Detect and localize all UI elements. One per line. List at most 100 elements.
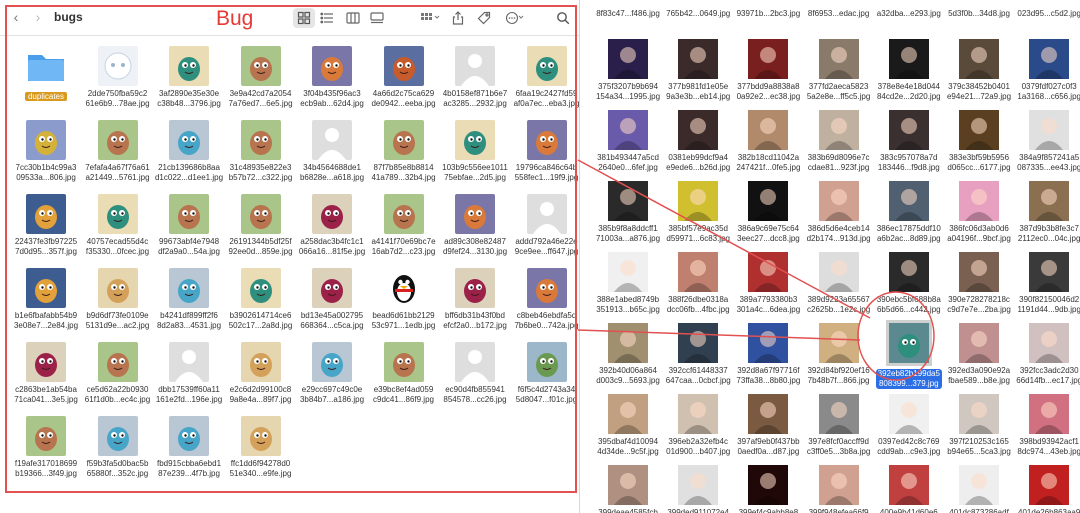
file-item[interactable]: e2c6d2d99100c8 9a8e4a...89f7.jpg (225, 342, 297, 416)
file-item[interactable]: 386fc06d3ab0d6 a04196f...9bcf.jpg (940, 181, 1018, 251)
file-item[interactable]: 390f82150046d2 1191d44...9db.jpg (1010, 252, 1080, 322)
file-item[interactable]: 26191344b5df25f 92ee0d...859e.jpg (225, 194, 297, 268)
file-item[interactable]: 386a9c69e75c64 3eec27...dcc8.jpg (729, 181, 807, 251)
file-item[interactable]: 4a66d2c75ca629 de0942...eeba.jpg (368, 46, 440, 120)
file-item[interactable]: ec90d4fb855941 854578...cc26.jpg (439, 342, 511, 416)
file-item[interactable]: b1e6fbafabb54b9 3e08e7...2e84.jpg (10, 268, 82, 342)
file-item[interactable]: 397f210253c165 b94e65...5ca3.jpg (940, 394, 1018, 464)
file-item[interactable]: 386ec17875ddf10 a6b2ac...8d89.jpg (870, 181, 948, 251)
file-item[interactable]: 383e3bf59b5956 d065cc...6177.jpg (940, 110, 1018, 180)
search-button[interactable] (552, 8, 574, 28)
file-item[interactable]: 40757ecad55d4c f35330...0fcec.jpg (82, 194, 154, 268)
file-item[interactable]: 400e9b41d60e6 (870, 465, 948, 513)
file-item[interactable]: 0397ed42c8c769 cdd9ab...c9e3.jpg (870, 394, 948, 464)
file-item[interactable]: bff6db31b43f0bd efcf2a0...b172.jpg (439, 268, 511, 342)
icon-view-button[interactable] (293, 8, 315, 28)
file-item[interactable]: 401dc873286adf (940, 465, 1018, 513)
file-item[interactable]: a32dba...e293.jpg (870, 0, 948, 36)
file-item[interactable]: ad89c308e82487 d9fef24...3130.jpg (439, 194, 511, 268)
file-item[interactable]: 377b981fd1e05e 9a3e3b...eb14.jpg (659, 39, 737, 109)
file-item[interactable]: 5d3f0b...34d8.jpg (940, 0, 1018, 36)
file-item[interactable]: e29cc697c49c0e 3b84b7...a186.jpg (296, 342, 368, 416)
file-item[interactable]: 397af9eb0f437bb 0aedf0a...d87.jpg (729, 394, 807, 464)
file-item[interactable]: c8beb46ebdfa5d 7b6be0...742a.jpg (511, 268, 580, 342)
file-item[interactable]: 8f6953...edac.jpg (800, 0, 878, 36)
file-item[interactable]: 392d84bf920ef16 7b48b7f...866.jpg (800, 323, 878, 393)
file-item[interactable]: addd792a46e22e 9ce9ee...ff647.jpg (511, 194, 580, 268)
file-item[interactable]: 385b9f8a8ddcff1 71003a...a876.jpg (589, 181, 667, 251)
file-item[interactable]: 765b42...0649.jpg (659, 0, 737, 36)
file-item[interactable]: 398bd93942acf1 8dc974...43eb.jpg (1010, 394, 1080, 464)
column-view-button[interactable] (342, 8, 364, 28)
file-item[interactable]: 395dbaf4d10094 4d34de...9c5f.jpg (589, 394, 667, 464)
file-item[interactable]: 388e1abed8749b 351913...b65c.jpg (589, 252, 667, 322)
file-item[interactable]: 389d9223a65567 c2625b...1e2c.jpg (800, 252, 878, 322)
file-item[interactable]: 21cb139686b8aa d1c022...d1ee1.jpg (153, 120, 225, 194)
file-item[interactable]: 87f7b85e8b8814 41a789...32b4.jpg (368, 120, 440, 194)
more-actions-button[interactable] (501, 8, 529, 28)
file-item[interactable]: 392ed3a090e92a fbae589...b8e.jpg (940, 323, 1018, 393)
file-item[interactable]: ce5d62a22b0930 61f1d0b...ec4c.jpg (82, 342, 154, 416)
chevron-left-icon[interactable]: ‹ (8, 9, 24, 25)
gallery-view-button[interactable] (366, 8, 388, 28)
file-item[interactable]: bead6d61bb2129 53c971...1edb.jpg (368, 268, 440, 342)
file-item[interactable]: 399deae4585fcb (589, 465, 667, 513)
file-item[interactable]: 383c957078a7d 183446...f9d8.jpg (870, 110, 948, 180)
file-item[interactable]: bd13e45a002795 668364...c5ca.jpg (296, 268, 368, 342)
file-item[interactable]: 7efafa4a67f76a61 a21449...5761.jpg (82, 120, 154, 194)
file-item[interactable]: 386d5d6e4ceb14 d2b174...913d.jpg (800, 181, 878, 251)
file-item[interactable]: 379c38452b0401 e94e21...72a9.jpg (940, 39, 1018, 109)
file-item[interactable]: 399ded911072e4 (659, 465, 737, 513)
file-item[interactable]: 2dde750fba59c2 61e6b9...78ae.jpg (82, 46, 154, 120)
file-item[interactable]: 378e8e4e18d044 84cd2e...2d20.jpg (870, 39, 948, 109)
file-item[interactable]: f19afe317018699 b19366...3f49.jpg (10, 416, 82, 490)
file-item[interactable]: a4141f70e69bc7e 16ab7d2...c23.jpg (368, 194, 440, 268)
file-item[interactable]: 3f04b435f96ac3 ecb9ab...62d4.jpg (296, 46, 368, 120)
share-button[interactable] (447, 8, 469, 28)
file-item[interactable]: fbd915cbba6ebd1 87e239...4f7b.jpg (153, 416, 225, 490)
chevron-right-icon[interactable]: › (30, 9, 46, 25)
file-item[interactable]: dbb17539ff60a11 161e2fd...196e.jpg (153, 342, 225, 416)
group-by-button[interactable] (415, 8, 445, 28)
file-item[interactable]: 392d8a67f97716f 73ffa38...8b80.jpg (729, 323, 807, 393)
file-item[interactable]: 396eb2a32efb4c 01d900...b407.jpg (659, 394, 737, 464)
file-item[interactable]: 3af2890e35e30e c38b48...3796.jpg (153, 46, 225, 120)
file-item[interactable]: c2863be1ab54ba 71ca041...3e5.jpg (10, 342, 82, 416)
file-item[interactable]: ffc1dd6f94278d0 51e340...e9fe.jpg (225, 416, 297, 490)
file-item-selected[interactable]: 392eb82b199da5 808399...379.jpg (870, 320, 948, 393)
file-item[interactable]: 19796ca846c64b 558fec1...19f9.jpg (511, 120, 580, 194)
file-item[interactable]: 8f83c47...f486.jpg (589, 0, 667, 36)
file-item[interactable]: b3902614714ce6 502c17...2a8d.jpg (225, 268, 297, 342)
file-item[interactable]: 383b69d8096e7c cdae81...923f.jpg (800, 110, 878, 180)
file-item[interactable]: 22437fe3fb97225 7d0d95...357f.jpg (10, 194, 82, 268)
file-item[interactable]: b9d6df73fe0109e 5131d9e...ac2.jpg (82, 268, 154, 342)
file-item[interactable]: 384a9f857241a5 087335...ee43.jpg (1010, 110, 1080, 180)
file-item[interactable]: 0379fdf027c0f3 1a3168...c656.jpg (1010, 39, 1080, 109)
file-item[interactable]: f6f5c4d2743a34 5d8047...f01c.jpg (511, 342, 580, 416)
file-item[interactable]: 387d9b3b8fe3c7 2112ec0...04c.jpg (1010, 181, 1080, 251)
file-item[interactable]: 375f3207b9b694 154a34...1995.jpg (589, 39, 667, 109)
file-item[interactable]: 388f26dbe0318a dcc06fb...4fbc.jpg (659, 252, 737, 322)
list-view-button[interactable] (316, 8, 338, 28)
file-item[interactable]: 34b4564688de1 b6828e...a618.jpg (296, 120, 368, 194)
file-item[interactable]: 389a7793380b3 301a4c...6dea.jpg (729, 252, 807, 322)
file-item[interactable]: 390ebc5bf688b8a 6b5d66...c442.jpg (870, 252, 948, 322)
file-item[interactable]: 99673abf4e7948 df2a9a0...54a.jpg (153, 194, 225, 268)
file-item[interactable]: 401de26b863aa9 (1010, 465, 1080, 513)
file-item[interactable]: 31c48935e822e3 b57b72...c322.jpg (225, 120, 297, 194)
folder-item[interactable]: duplicates (10, 46, 82, 120)
file-item[interactable]: 392ccf61448337 647caa...0cbcf.jpg (659, 323, 737, 393)
file-item[interactable]: b4241df899ff2f6 8d2a83...4531.jpg (153, 268, 225, 342)
file-item[interactable]: 377bdd9a8838a8 0a92e2...ec38.jpg (729, 39, 807, 109)
file-item[interactable]: 399ef4c9abb8e8 (729, 465, 807, 513)
file-item[interactable]: 6faa19c2427fd59 af0a7ec...eba3.jpg (511, 46, 579, 120)
file-item[interactable]: 3e9a42cd7a2054 7a76ed7...6e5.jpg (225, 46, 297, 120)
file-item[interactable]: 93971b...2bc3.jpg (729, 0, 807, 36)
file-item[interactable]: 023d95...c5d2.jpg (1010, 0, 1080, 36)
file-item[interactable]: 7cc30b1b4c99a3 09533a...806.jpg (10, 120, 82, 194)
file-item[interactable]: f59b3fa5d0bac5b 65880f...352c.jpg (82, 416, 154, 490)
file-item[interactable]: e39bc8ef4ad059 c9dc41...86f9.jpg (368, 342, 440, 416)
file-item[interactable]: a258dac3b4fc1c1 066a16...81f5e.jpg (296, 194, 368, 268)
file-item[interactable]: 103b9c556ee1011 75ebfae...2d5.jpg (439, 120, 511, 194)
tag-button[interactable] (473, 8, 495, 28)
